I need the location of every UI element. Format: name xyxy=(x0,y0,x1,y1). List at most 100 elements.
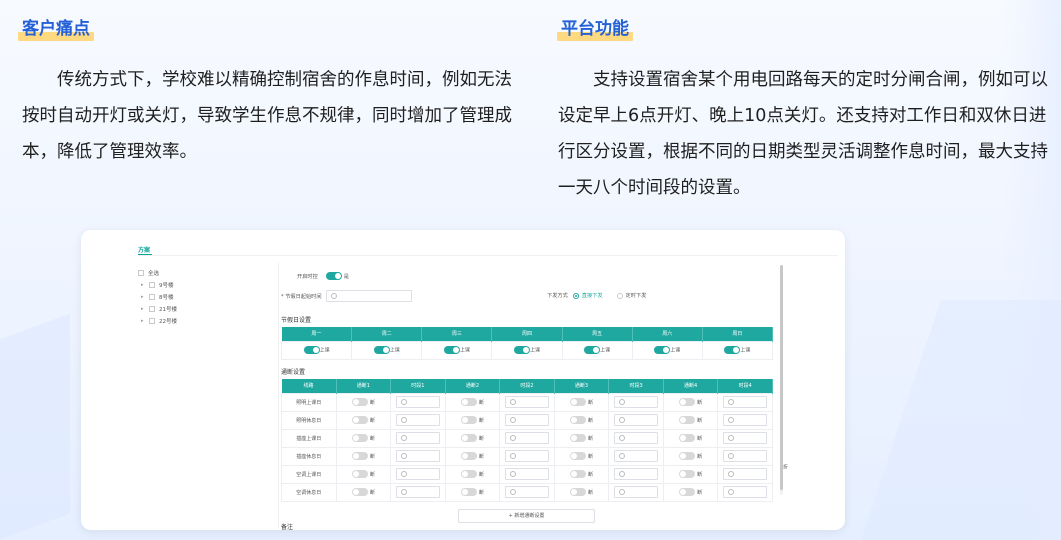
breaker-switch[interactable] xyxy=(570,416,586,424)
weekday-switch[interactable] xyxy=(724,346,741,354)
time-period-input[interactable] xyxy=(504,396,549,408)
time-period-input[interactable] xyxy=(723,486,768,498)
weekday-state: 上课 xyxy=(459,347,470,354)
time-period-input[interactable] xyxy=(504,450,549,462)
dispatch-option-scheduled[interactable]: 定时下发 xyxy=(626,292,647,299)
time-period-input[interactable] xyxy=(723,396,768,408)
breaker-state: 断 xyxy=(369,453,375,460)
breaker-time-cell xyxy=(608,428,664,448)
breaker-switch[interactable] xyxy=(570,488,586,496)
breaker-switch[interactable] xyxy=(351,416,368,424)
breaker-switch[interactable] xyxy=(679,452,696,460)
time-period-input[interactable] xyxy=(723,432,768,444)
breaker-switch[interactable] xyxy=(570,434,586,442)
breaker-switch-cell: 断 xyxy=(553,428,610,448)
tree-item-building[interactable]: ▸ 8号楼 xyxy=(138,291,177,303)
tab-plan[interactable]: 方案 xyxy=(138,245,150,254)
radio-scheduled[interactable] xyxy=(616,292,623,299)
breaker-switch[interactable] xyxy=(460,434,477,442)
weekday-cell: 上课 xyxy=(280,340,353,360)
tree-item-building[interactable]: ▸ 22号楼 xyxy=(138,315,177,327)
time-period-input[interactable] xyxy=(614,414,659,426)
breaker-switch[interactable] xyxy=(570,452,586,460)
weekday-switch[interactable] xyxy=(584,346,601,354)
checkbox[interactable] xyxy=(149,294,155,300)
time-period-input[interactable] xyxy=(395,468,440,480)
time-period-input[interactable] xyxy=(504,468,549,480)
collapse-toggle[interactable]: 折 xyxy=(782,464,789,469)
breaker-switch[interactable] xyxy=(351,470,368,478)
caret-right-icon[interactable]: ▸ xyxy=(141,294,147,300)
building-tree: 全选 ▸ 9号楼 ▸ 8号楼 ▸ 21号楼 ▸ 22号楼 xyxy=(138,267,177,327)
time-period-input[interactable] xyxy=(614,396,659,408)
weekday-switch[interactable] xyxy=(443,346,460,354)
holiday-time-input[interactable] xyxy=(325,290,412,302)
weekday-switch[interactable] xyxy=(654,346,671,354)
caret-right-icon[interactable]: ▸ xyxy=(141,318,147,324)
caret-right-icon[interactable]: ▸ xyxy=(141,282,147,288)
dispatch-method-row: 下发方式 直接下发 定时下发 xyxy=(547,292,646,299)
breaker-switch[interactable] xyxy=(570,470,586,478)
clock-icon xyxy=(509,435,516,441)
time-period-input[interactable] xyxy=(614,432,659,444)
caret-right-icon[interactable]: ▸ xyxy=(141,306,147,312)
add-breaker-setting-button[interactable]: + 新增通断设置 xyxy=(458,509,595,523)
breaker-switch-cell: 断 xyxy=(335,446,392,466)
breaker-switch[interactable] xyxy=(570,398,586,406)
breaker-state: 断 xyxy=(478,399,484,406)
time-period-input[interactable] xyxy=(614,468,659,480)
breaker-switch[interactable] xyxy=(679,398,696,406)
weekday-switch[interactable] xyxy=(303,346,320,354)
enable-timer-switch[interactable] xyxy=(325,272,342,280)
time-period-input[interactable] xyxy=(614,486,659,498)
clock-icon xyxy=(619,435,626,441)
breaker-switch[interactable] xyxy=(460,470,477,478)
time-period-input[interactable] xyxy=(395,432,440,444)
time-period-input[interactable] xyxy=(395,450,440,462)
breaker-switch[interactable] xyxy=(460,452,477,460)
time-period-input[interactable] xyxy=(723,450,768,462)
time-period-input[interactable] xyxy=(723,468,768,480)
weekday-switch[interactable] xyxy=(513,346,530,354)
breaker-switch[interactable] xyxy=(679,434,696,442)
breaker-time-cell xyxy=(717,464,773,484)
breaker-switch[interactable] xyxy=(679,470,696,478)
dispatch-option-direct[interactable]: 直接下发 xyxy=(582,292,603,299)
breaker-switch[interactable] xyxy=(679,488,696,496)
breaker-header: 时段3 xyxy=(608,379,664,393)
breaker-switch[interactable] xyxy=(351,452,368,460)
clock-icon xyxy=(400,453,407,459)
radio-direct[interactable] xyxy=(572,292,579,299)
time-period-input[interactable] xyxy=(395,396,440,408)
tree-item-building[interactable]: ▸ 9号楼 xyxy=(138,279,177,291)
enable-timer-label: 开启时控 xyxy=(297,273,318,280)
scrollbar-thumb[interactable] xyxy=(780,265,783,490)
breaker-header: 通断2 xyxy=(445,379,501,393)
breaker-switch[interactable] xyxy=(460,416,477,424)
checkbox[interactable] xyxy=(149,282,155,288)
time-period-input[interactable] xyxy=(395,414,440,426)
tree-item-building[interactable]: ▸ 21号楼 xyxy=(138,303,177,315)
weekday-switch[interactable] xyxy=(373,346,390,354)
breaker-switch[interactable] xyxy=(460,398,477,406)
breaker-state: 断 xyxy=(369,399,375,406)
breaker-switch[interactable] xyxy=(679,416,696,424)
time-period-input[interactable] xyxy=(395,486,440,498)
breaker-state: 断 xyxy=(478,453,484,460)
breaker-switch-cell: 断 xyxy=(335,464,392,484)
breaker-switch-cell: 断 xyxy=(662,482,719,502)
checkbox[interactable] xyxy=(149,318,155,324)
time-period-input[interactable] xyxy=(504,432,549,444)
breaker-switch[interactable] xyxy=(351,398,368,406)
breaker-switch[interactable] xyxy=(460,488,477,496)
breaker-state: 断 xyxy=(588,453,594,460)
time-period-input[interactable] xyxy=(614,450,659,462)
time-period-input[interactable] xyxy=(723,414,768,426)
tree-select-all[interactable]: 全选 xyxy=(138,267,177,279)
time-period-input[interactable] xyxy=(504,486,549,498)
checkbox[interactable] xyxy=(138,270,144,276)
checkbox[interactable] xyxy=(149,306,155,312)
breaker-switch[interactable] xyxy=(351,488,368,496)
time-period-input[interactable] xyxy=(504,414,549,426)
breaker-switch[interactable] xyxy=(351,434,368,442)
